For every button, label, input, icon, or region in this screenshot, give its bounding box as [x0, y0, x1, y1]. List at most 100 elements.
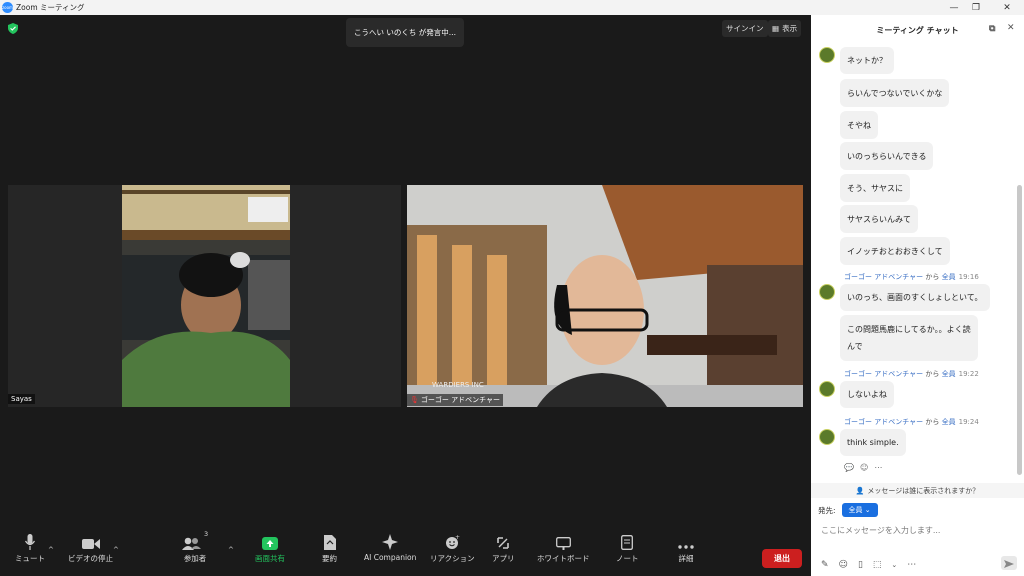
- chat-message: この問題馬鹿にしてるか。。よく読 んで: [840, 315, 978, 361]
- video-button[interactable]: ビデオの停止: [68, 530, 113, 564]
- emoji-icon[interactable]: ☺: [839, 560, 848, 570]
- chat-message: サヤスらいんみて: [840, 205, 918, 233]
- restore-button[interactable]: ❐: [962, 0, 990, 15]
- avatar[interactable]: [819, 429, 835, 445]
- from-word: から: [925, 418, 940, 426]
- video-camera-icon: [81, 539, 100, 549]
- chat-input-toolbar: ✎ ☺ ▯ ⬚ ⌄ ⋯: [821, 559, 1021, 571]
- timestamp: 19:24: [958, 418, 979, 426]
- avatar[interactable]: [819, 381, 835, 397]
- from-word: から: [925, 273, 940, 281]
- apps-icon: [497, 537, 510, 549]
- recipient-value: 全員: [848, 506, 863, 514]
- view-button[interactable]: ▦ 表示: [768, 20, 802, 37]
- avatar[interactable]: [819, 284, 835, 300]
- reactions-label: リアクション: [430, 554, 475, 563]
- format-icon[interactable]: ✎: [821, 560, 829, 570]
- sender-name[interactable]: ゴーゴー アドベンチャー: [844, 418, 923, 426]
- whiteboard-icon: [555, 537, 571, 550]
- chat-input[interactable]: ここにメッセージを入力します...: [821, 525, 940, 536]
- chat-message: しないよね: [840, 381, 894, 408]
- more-options-icon[interactable]: ⋯: [907, 560, 916, 570]
- participant-video: [122, 185, 290, 407]
- apps-label: アプリ: [492, 554, 515, 563]
- meeting-toolbar: ミュート ^ ビデオの停止 ^ 3 参加者 ^ 画面共有 要約 AI Compa…: [0, 530, 810, 576]
- chat-messages: ネットか？ らいんでつないでいくかな そやね いのっちらいんできる そう、サヤス…: [811, 45, 1017, 485]
- close-chat-icon[interactable]: ✕: [1007, 23, 1015, 33]
- view-label: 表示: [782, 24, 798, 33]
- chat-message: そう、サヤスに: [840, 174, 910, 202]
- message-sender: ゴーゴー アドベンチャー から 全員 19:16: [844, 272, 979, 282]
- reply-icon[interactable]: 💬: [844, 463, 854, 472]
- video-tile-sayas[interactable]: Sayas: [8, 185, 401, 407]
- share-screen-button[interactable]: 画面共有: [255, 530, 285, 564]
- chat-message: think simple.: [840, 429, 906, 456]
- reactions-button[interactable]: + リアクション: [430, 530, 475, 564]
- recipient: 全員: [941, 370, 956, 378]
- apps-button[interactable]: アプリ: [492, 530, 515, 564]
- popout-icon[interactable]: ⧉: [989, 24, 995, 34]
- signin-button[interactable]: サインイン: [722, 20, 768, 37]
- chat-message-line: んで: [847, 342, 863, 351]
- mute-options-caret[interactable]: ^: [48, 546, 54, 554]
- summary-button[interactable]: 要約: [322, 530, 337, 564]
- video-label: ビデオの停止: [68, 554, 113, 563]
- who-can-see-label: メッセージは誰に表示されますか？: [867, 486, 980, 495]
- participants-button[interactable]: 3 参加者: [182, 530, 208, 564]
- title-bar: zoom Zoom ミーティング — ❐ ✕: [0, 0, 1024, 15]
- shield-icon[interactable]: [8, 23, 18, 34]
- participant-name: Sayas: [8, 394, 35, 404]
- who-can-see[interactable]: 👤 メッセージは誰に表示されますか？: [811, 483, 1024, 498]
- send-button[interactable]: [1001, 556, 1017, 570]
- close-button[interactable]: ✕: [993, 0, 1021, 15]
- sender-name[interactable]: ゴーゴー アドベンチャー: [844, 273, 923, 281]
- chat-message: ネットか？: [840, 47, 894, 74]
- recipient: 全員: [941, 418, 956, 426]
- zoom-logo-icon: zoom: [2, 2, 13, 13]
- ai-companion-button[interactable]: AI Companion: [364, 530, 416, 562]
- more-button[interactable]: 詳細: [678, 530, 694, 564]
- recipient-select[interactable]: 全員 ⌄: [841, 503, 878, 517]
- from-word: から: [925, 370, 940, 378]
- recipient-row: 発先: 全員 ⌄: [818, 503, 878, 517]
- participants-icon: [182, 537, 201, 550]
- emoji-icon: +: [445, 535, 460, 549]
- whiteboard-button[interactable]: ホワイトボード: [537, 530, 590, 564]
- avatar[interactable]: [819, 47, 835, 63]
- leave-button[interactable]: 退出: [762, 549, 802, 568]
- summary-icon: [323, 535, 336, 550]
- add-reaction-icon[interactable]: ☺: [860, 463, 868, 472]
- video-tile-adventure[interactable]: WARDIERS INC 🎙 ゴーゴー アドベンチャー: [407, 185, 803, 407]
- chat-message: いのっち、画面のすくしょしといて。: [840, 284, 990, 311]
- more-actions-icon[interactable]: ⋯: [874, 463, 882, 472]
- chevron-down-icon[interactable]: ⌄: [891, 561, 897, 569]
- timestamp: 19:16: [958, 273, 979, 281]
- notes-button[interactable]: ノート: [616, 530, 639, 564]
- recipient-label: 発先:: [818, 505, 836, 515]
- file-icon[interactable]: ▯: [858, 560, 863, 570]
- participants-options-caret[interactable]: ^: [228, 546, 234, 554]
- recipient: 全員: [941, 273, 956, 281]
- participants-label: 参加者: [183, 554, 207, 563]
- mute-button[interactable]: ミュート: [15, 530, 45, 564]
- chat-header: ミーティング チャット ⧉ ✕: [811, 15, 1024, 45]
- person-icon: 👤: [855, 486, 865, 495]
- sparkle-icon: [382, 534, 399, 550]
- participant-name: 🎙 ゴーゴー アドベンチャー: [407, 394, 504, 406]
- summary-label: 要約: [322, 554, 337, 563]
- chat-message: いのっちらいんできる: [840, 142, 934, 170]
- mute-label: ミュート: [15, 554, 45, 563]
- chat-message: らいんでつないでいくかな: [840, 79, 950, 107]
- notes-label: ノート: [616, 554, 639, 563]
- ai-label: AI Companion: [364, 553, 417, 562]
- microphone-icon: [25, 534, 35, 550]
- sender-name[interactable]: ゴーゴー アドベンチャー: [844, 370, 923, 378]
- share-screen-icon: [262, 537, 278, 550]
- more-label: 詳細: [678, 554, 694, 563]
- chat-scrollbar[interactable]: [1017, 185, 1022, 475]
- screenshot-icon[interactable]: ⬚: [873, 560, 882, 570]
- svg-text:+: +: [455, 535, 460, 541]
- watermark: WARDIERS INC: [432, 381, 484, 389]
- video-options-caret[interactable]: ^: [113, 546, 119, 554]
- chat-message: そやね: [840, 111, 878, 139]
